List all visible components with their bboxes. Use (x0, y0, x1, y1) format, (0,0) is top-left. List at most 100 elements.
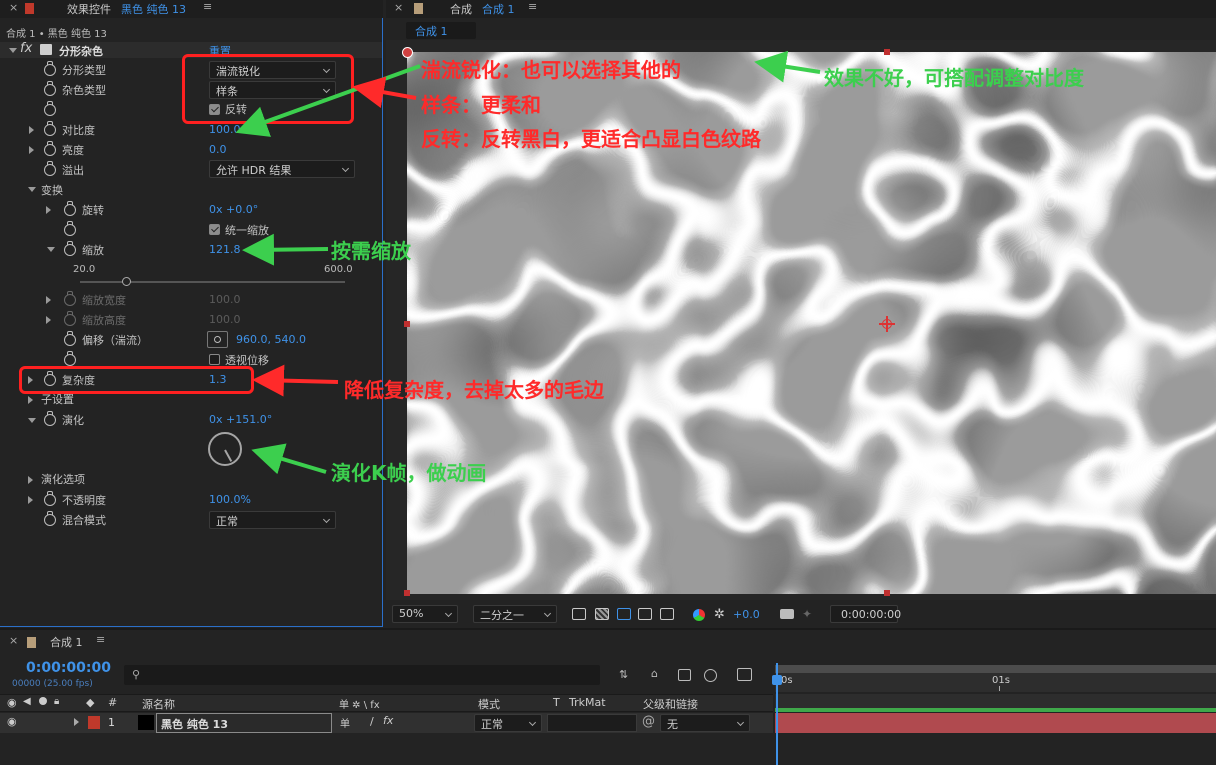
exposure-value[interactable]: +0.0 (733, 608, 760, 621)
panel-menu-icon[interactable]: ≡ (528, 0, 537, 13)
eye-icon[interactable]: ◉ (7, 715, 17, 728)
label-tag-icon[interactable]: ◆ (86, 696, 94, 709)
parent-dropdown[interactable]: 无 (660, 714, 750, 732)
crosshair-icon[interactable] (879, 316, 895, 332)
brightness-value[interactable]: 0.0 (209, 143, 227, 156)
close-icon[interactable]: × (9, 1, 18, 14)
camera-icon[interactable] (780, 609, 794, 619)
chevron-down-icon[interactable] (28, 418, 36, 423)
opacity-value[interactable]: 100.0% (209, 493, 251, 506)
chevron-down-icon[interactable] (47, 247, 55, 252)
stopwatch-icon[interactable] (64, 241, 76, 256)
eye-icon[interactable]: ◉ (7, 696, 17, 709)
timeline-tab-name[interactable]: 合成 1 (50, 634, 83, 650)
audio-icon[interactable]: ◀ (23, 696, 31, 707)
expand-arrow-icon[interactable] (28, 496, 33, 504)
stopwatch-icon[interactable] (44, 121, 56, 136)
shy-switch-icon[interactable]: 单 (340, 715, 350, 730)
pickwhip-icon[interactable]: @ (642, 714, 655, 729)
col-mode[interactable]: 模式 (478, 696, 500, 712)
col-parent[interactable]: 父级和链接 (643, 696, 698, 712)
playhead-handle[interactable] (772, 675, 782, 685)
overflow-dropdown[interactable]: 允许 HDR 结果 (209, 160, 355, 178)
quality-switch-icon[interactable]: / (370, 715, 374, 728)
stopwatch-icon[interactable] (44, 511, 56, 526)
uniform-scale-checkbox[interactable] (209, 224, 220, 235)
stopwatch-icon[interactable] (44, 61, 56, 76)
offset-value[interactable]: 960.0, 540.0 (236, 333, 306, 346)
perspective-checkbox[interactable] (209, 354, 220, 365)
stopwatch-icon[interactable] (44, 491, 56, 506)
timeline-timecode[interactable]: 0:00:00:00 (26, 660, 111, 676)
evolution-value[interactable]: 0x +151.0° (209, 413, 272, 426)
col-source-name[interactable]: 源名称 (142, 696, 175, 712)
grid-guides-icon[interactable] (638, 608, 652, 620)
expand-arrow-icon[interactable] (28, 476, 33, 484)
stopwatch-icon[interactable] (64, 221, 76, 236)
comp-flowchart-icon[interactable]: ⇅ (619, 668, 628, 681)
bounding-handle[interactable] (884, 49, 890, 55)
anchor-point-handle[interactable] (402, 47, 413, 58)
layer-duration-bar[interactable] (775, 713, 1216, 733)
comp-tab-name[interactable]: 合成 1 (482, 1, 515, 17)
stopwatch-icon[interactable] (44, 141, 56, 156)
region-of-interest-icon[interactable] (660, 608, 674, 620)
stopwatch-icon[interactable] (64, 291, 76, 306)
effects-layer-name[interactable]: 黑色 纯色 13 (121, 1, 186, 17)
work-area-bar[interactable] (775, 665, 1216, 673)
solo-icon[interactable] (39, 697, 47, 705)
stopwatch-icon[interactable] (44, 81, 56, 96)
rotation-value[interactable]: 0x +0.0° (209, 203, 258, 216)
graph-editor-icon[interactable] (737, 668, 752, 681)
shy-layers-icon[interactable]: ⌂ (651, 667, 658, 680)
close-icon[interactable]: × (9, 634, 18, 647)
chevron-down-icon[interactable] (28, 187, 36, 192)
expand-arrow-icon[interactable] (28, 396, 33, 404)
stopwatch-icon[interactable] (64, 331, 76, 346)
color-channels-icon[interactable] (693, 609, 705, 621)
layer-color-swatch[interactable] (88, 716, 100, 729)
stopwatch-icon[interactable] (44, 161, 56, 176)
frame-blending-icon[interactable] (678, 669, 691, 681)
expand-arrow-icon[interactable] (29, 126, 34, 134)
crosshair-point-icon[interactable] (207, 331, 228, 348)
show-snapshot-icon[interactable]: ✦ (802, 607, 812, 621)
snapshot-region-icon[interactable] (572, 608, 586, 620)
expand-arrow-icon[interactable] (29, 146, 34, 154)
expand-arrow-icon[interactable] (46, 206, 51, 214)
chevron-down-icon[interactable] (9, 48, 17, 53)
fx-icon[interactable]: fx (20, 41, 32, 56)
timeline-search-input[interactable]: ⚲ (124, 665, 600, 685)
bounding-handle[interactable] (404, 590, 410, 596)
resolution-dropdown[interactable]: 二分之一 (473, 605, 557, 623)
lock-icon[interactable]: 🔒︎ (54, 696, 59, 707)
stopwatch-icon[interactable] (64, 351, 76, 366)
stopwatch-icon[interactable] (44, 411, 56, 426)
comp-tab-pill[interactable]: 合成 1 (406, 22, 476, 39)
transparency-grid-icon[interactable] (595, 608, 609, 620)
expand-arrow-icon[interactable] (46, 296, 51, 304)
expand-arrow-icon[interactable] (74, 718, 79, 726)
bounding-handle[interactable] (884, 590, 890, 596)
trkmat-box[interactable] (547, 714, 637, 732)
mask-path-icon[interactable] (617, 608, 631, 620)
blend-mode-dropdown[interactable]: 正常 (209, 511, 336, 529)
expand-arrow-icon[interactable] (46, 316, 51, 324)
exposure-icon[interactable]: ✲ (714, 607, 725, 622)
tab-effects-controls[interactable]: 效果控件 (67, 1, 111, 17)
motion-blur-icon[interactable] (704, 669, 717, 682)
zoom-dropdown[interactable]: 50% (392, 605, 458, 623)
stopwatch-icon[interactable] (64, 311, 76, 326)
panel-menu-icon[interactable]: ≡ (96, 633, 105, 646)
layer-mode-dropdown[interactable]: 正常 (474, 714, 542, 732)
stopwatch-icon[interactable] (64, 201, 76, 216)
evolution-dial[interactable] (208, 432, 242, 466)
bounding-handle[interactable] (404, 321, 410, 327)
stopwatch-icon[interactable] (44, 101, 56, 116)
close-icon[interactable]: × (394, 1, 403, 14)
scale-value[interactable]: 121.8 (209, 243, 241, 256)
layer-name-field[interactable]: 黑色 纯色 13 (156, 713, 332, 733)
fx-switch-icon[interactable]: fx (383, 714, 393, 727)
comp-timecode[interactable]: 0:00:00:00 (830, 605, 901, 623)
comp-tab-title[interactable]: 合成 (450, 1, 472, 17)
